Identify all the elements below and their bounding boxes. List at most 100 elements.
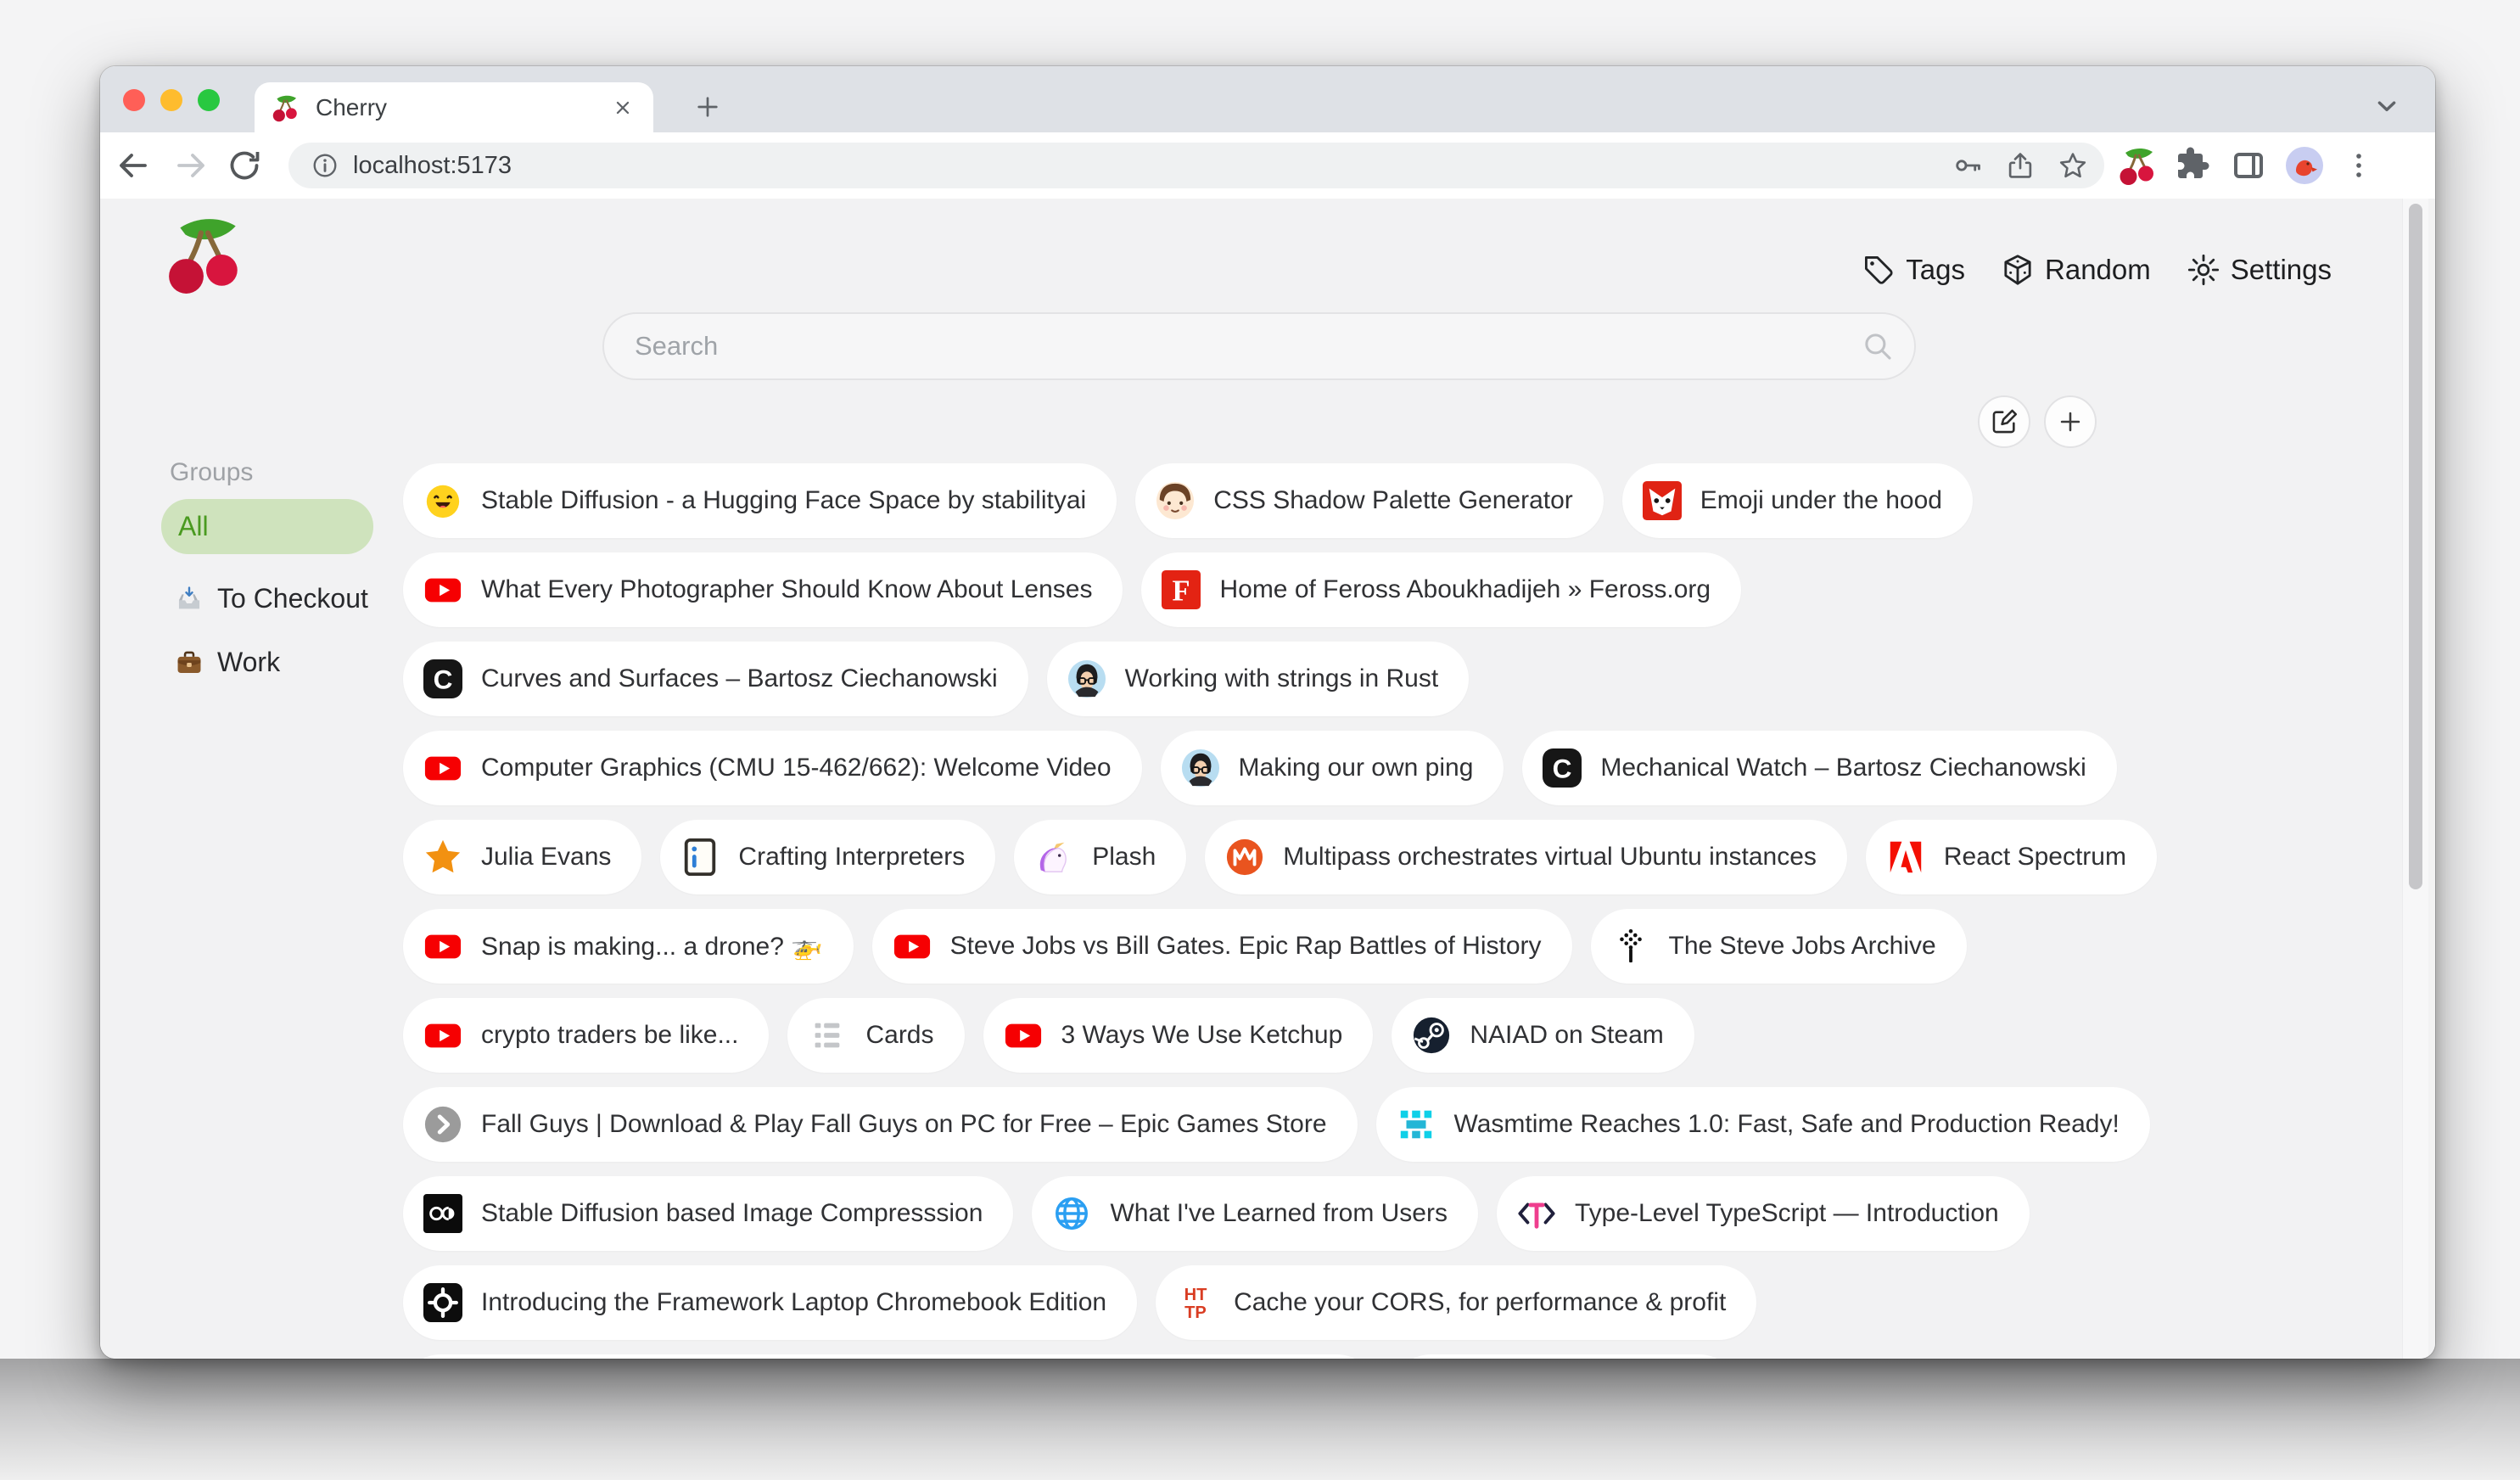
bookmark-label: Cache your CORS, for performance & profi… (1234, 1288, 1726, 1317)
nav-label: Tags (1906, 254, 1965, 286)
tab-strip: Cherry (100, 66, 2435, 132)
menu-dots-icon[interactable] (2338, 145, 2379, 186)
forward-button[interactable] (171, 145, 211, 186)
bookmark-pill[interactable]: Wasmtime Reaches 1.0: Fast, Safe and Pro… (1376, 1087, 2150, 1162)
profile-avatar[interactable] (2284, 145, 2325, 186)
side-panel-icon[interactable] (2228, 145, 2269, 186)
desktop-wallpaper (0, 1359, 2520, 1480)
bookmark-label: crypto traders be like... (481, 1021, 738, 1050)
bookmark-label: Type-Level TypeScript — Introduction (1575, 1199, 1999, 1228)
bookmark-pill[interactable]: Fall Guys | Download & Play Fall Guys on… (403, 1087, 1358, 1162)
minimize-window-button[interactable] (160, 89, 182, 111)
close-window-button[interactable] (123, 89, 145, 111)
site-info-icon[interactable] (309, 149, 341, 182)
edit-button[interactable] (1978, 395, 2030, 448)
group-list: All To Checkout Work (161, 499, 416, 687)
search-input[interactable] (602, 312, 1916, 380)
tag-icon (1862, 253, 1896, 287)
bookmark-pill[interactable]: What Every Photographer Should Know Abou… (403, 552, 1123, 627)
scrollbar-thumb[interactable] (2409, 204, 2422, 889)
http-icon: HTTP (1176, 1283, 1215, 1322)
bookmark-pill[interactable]: Computer Graphics (CMU 15-462/662): Welc… (403, 731, 1142, 805)
bookmark-row: Fall Guys | Download & Play Fall Guys on… (403, 1087, 2157, 1162)
bookmark-label: Cards (865, 1021, 933, 1050)
bookmark-pill[interactable]: The Steve Jobs Archive (1591, 909, 1967, 984)
extensions-puzzle-icon[interactable] (2173, 145, 2214, 186)
browser-tab[interactable]: Cherry (255, 82, 653, 132)
bookmark-pill[interactable]: Plash (1014, 820, 1186, 894)
bookmark-star-icon[interactable] (2057, 149, 2089, 182)
bookmark-label: NAIAD on Steam (1470, 1021, 1663, 1050)
bookmark-pill-partial[interactable] (403, 1354, 1375, 1359)
desktop: Cherry (0, 0, 2520, 1480)
bookmark-pill[interactable]: Stable Diffusion - a Hugging Face Space … (403, 463, 1117, 538)
bookmark-pill[interactable]: Steve Jobs vs Bill Gates. Epic Rap Battl… (872, 909, 1572, 984)
zoom-window-button[interactable] (198, 89, 220, 111)
bookmark-pill[interactable]: crypto traders be like... (403, 998, 769, 1073)
ciechanowski-icon: C (1543, 748, 1582, 788)
bookmark-pill[interactable]: Crafting Interpreters (660, 820, 995, 894)
sidebar-item-work[interactable]: Work (161, 638, 299, 687)
bookmark-label: Wasmtime Reaches 1.0: Fast, Safe and Pro… (1454, 1110, 2120, 1139)
nav-random[interactable]: Random (2001, 253, 2151, 287)
inbox-icon (175, 585, 204, 614)
bookmark-pill[interactable]: NAIAD on Steam (1392, 998, 1694, 1073)
bookmark-pill[interactable]: CSS Shadow Palette Generator (1135, 463, 1604, 538)
bookmark-label: Making our own ping (1239, 754, 1474, 782)
bookmark-pill[interactable]: Type-Level TypeScript — Introduction (1497, 1176, 2030, 1251)
add-bookmark-button[interactable] (2044, 395, 2097, 448)
bookmark-pill[interactable]: React Spectrum (1866, 820, 2157, 894)
new-tab-button[interactable] (686, 85, 730, 129)
bookmark-pill[interactable]: Julia Evans (403, 820, 641, 894)
bookmark-pill[interactable]: Stable Diffusion based Image Compresssio… (403, 1176, 1013, 1251)
sidebar-item-to-checkout[interactable]: To Checkout (161, 575, 387, 623)
tab-close-icon[interactable] (609, 94, 636, 121)
cherry-extension-icon[interactable] (2118, 145, 2159, 186)
bookmark-pill[interactable]: CCurves and Surfaces – Bartosz Ciechanow… (403, 642, 1028, 716)
sidebar-item-all[interactable]: All (161, 499, 373, 554)
youtube-icon (423, 927, 462, 966)
bookmark-pill[interactable]: FHome of Feross Aboukhadijeh » Feross.or… (1141, 552, 1741, 627)
bookmark-label: Fall Guys | Download & Play Fall Guys on… (481, 1110, 1327, 1139)
adobe-icon (1886, 838, 1925, 877)
bookmark-pill[interactable]: Working with strings in Rust (1047, 642, 1470, 716)
password-key-icon[interactable] (1952, 149, 1984, 182)
steam-icon (1412, 1016, 1451, 1055)
svg-text:HT: HT (1184, 1286, 1208, 1304)
bookmark-pill[interactable]: Emoji under the hood (1622, 463, 1973, 538)
bookmark-label: Julia Evans (481, 843, 611, 872)
nav-settings[interactable]: Settings (2187, 253, 2332, 287)
tabstrip-chevron-icon[interactable] (2367, 87, 2406, 126)
bookmark-pill-partial[interactable] (1393, 1354, 1737, 1359)
nav-tags[interactable]: Tags (1862, 253, 1965, 287)
bookmark-row: Stable Diffusion - a Hugging Face Space … (403, 463, 2157, 538)
bookmark-pill[interactable]: Making our own ping (1161, 731, 1504, 805)
groups-title: Groups (170, 458, 416, 487)
unicorn-icon (1034, 838, 1073, 877)
share-icon[interactable] (2004, 149, 2036, 182)
group-label: All (178, 511, 209, 542)
bookmark-pill[interactable]: CMechanical Watch – Bartosz Ciechanowski (1522, 731, 2116, 805)
reload-button[interactable] (224, 145, 265, 186)
bookmark-row: Julia Evans Crafting Interpreters Plash Mul… (403, 820, 2157, 894)
bookmark-pill[interactable]: What I've Learned from Users (1032, 1176, 1478, 1251)
bookmark-pill[interactable]: HTTP Cache your CORS, for performance & p… (1156, 1265, 1756, 1340)
typelevel-icon (1517, 1194, 1556, 1233)
url-text[interactable]: localhost:5173 (353, 152, 1940, 180)
bookmark-label: React Spectrum (1944, 843, 2126, 872)
bookmark-pill[interactable]: 3 Ways We Use Ketchup (983, 998, 1374, 1073)
bookmark-row: crypto traders be like... Cards 3 Ways We … (403, 998, 2157, 1073)
group-label: To Checkout (217, 583, 368, 614)
bookmark-label: Stable Diffusion based Image Compresssio… (481, 1199, 983, 1228)
bookmark-pill[interactable]: Cards (787, 998, 964, 1073)
bookmark-pill[interactable]: Introducing the Framework Laptop Chromeb… (403, 1265, 1137, 1340)
cherry-logo (165, 212, 248, 295)
search-bar (602, 312, 1916, 380)
bookmark-pill[interactable]: Snap is making... a drone? 🚁 (403, 909, 854, 984)
back-button[interactable] (113, 145, 154, 186)
bookmark-label: 3 Ways We Use Ketchup (1061, 1021, 1343, 1050)
book-icon (680, 838, 720, 877)
framework-icon (423, 1283, 462, 1322)
bookmark-pill[interactable]: Multipass orchestrates virtual Ubuntu in… (1205, 820, 1847, 894)
address-bar[interactable]: localhost:5173 (288, 143, 2104, 188)
